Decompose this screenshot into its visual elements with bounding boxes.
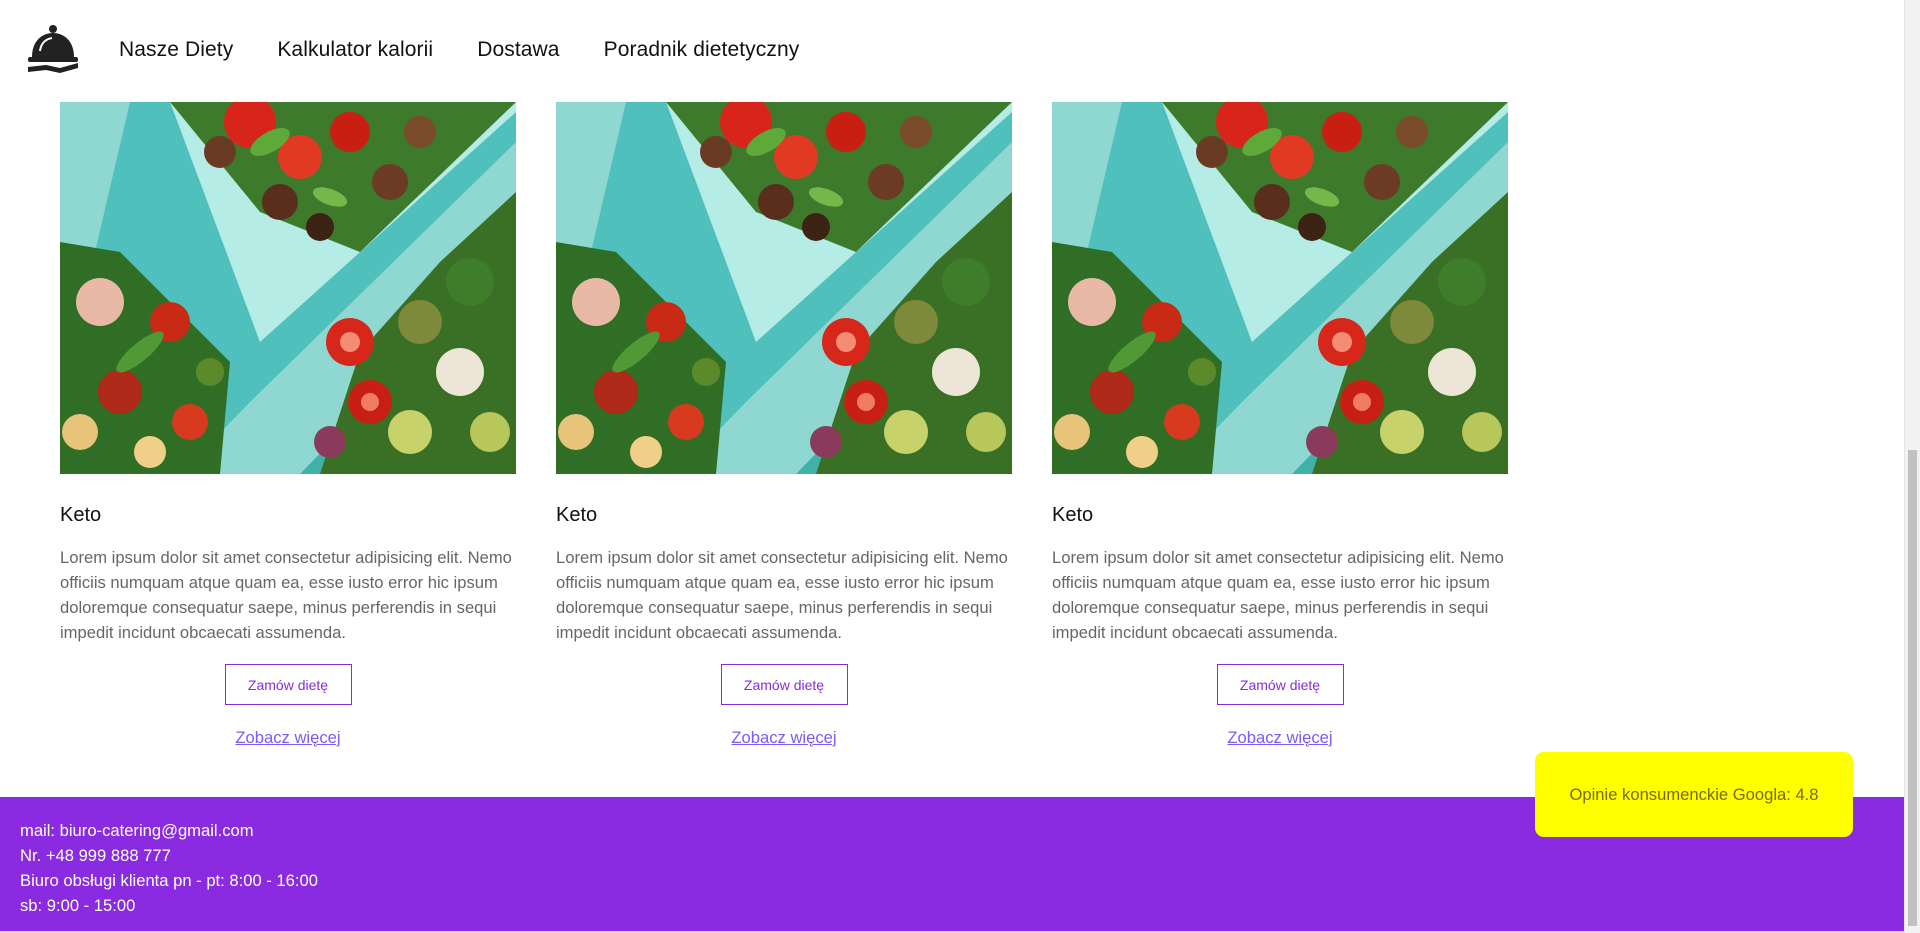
- card-image: [60, 102, 516, 474]
- diet-card: Keto Lorem ipsum dolor sit amet consecte…: [60, 102, 516, 749]
- order-diet-button[interactable]: Zamów dietę: [720, 664, 848, 705]
- page: Nasze Diety Kalkulator kalorii Dostawa P…: [0, 0, 1920, 933]
- scrollbar-thumb[interactable]: [1908, 450, 1917, 926]
- card-description: Lorem ipsum dolor sit amet consectetur a…: [1052, 548, 1504, 642]
- vertical-scrollbar[interactable]: [1904, 0, 1920, 933]
- see-more-link[interactable]: Zobacz więcej: [556, 727, 1012, 749]
- card-title: Keto: [60, 504, 102, 526]
- serving-cloche-icon[interactable]: [26, 23, 80, 75]
- footer-office-hours: Biuro obsługi klienta pn - pt: 8:00 - 16…: [20, 871, 318, 890]
- card-description: Lorem ipsum dolor sit amet consectetur a…: [60, 548, 512, 642]
- diet-card: Keto Lorem ipsum dolor sit amet consecte…: [556, 102, 1012, 749]
- nav-link-calorie-calculator[interactable]: Kalkulator kalorii: [277, 36, 433, 64]
- card-image: [556, 102, 1012, 474]
- google-rating-badge: Opinie konsumenckie Googla: 4.8: [1535, 752, 1853, 837]
- card-title: Keto: [556, 504, 598, 526]
- order-diet-button[interactable]: Zamów dietę: [224, 664, 352, 705]
- diet-card: Keto Lorem ipsum dolor sit amet consecte…: [1052, 102, 1508, 749]
- see-more-link[interactable]: Zobacz więcej: [1052, 727, 1508, 749]
- navbar: Nasze Diety Kalkulator kalorii Dostawa P…: [0, 0, 1904, 102]
- nav-link-diets[interactable]: Nasze Diety: [119, 36, 233, 64]
- footer-phone: Nr. +48 999 888 777: [20, 846, 171, 865]
- footer-contact: mail: biuro-catering@gmail.com Nr. +48 9…: [20, 818, 318, 918]
- card-image: [1052, 102, 1508, 474]
- order-diet-button[interactable]: Zamów dietę: [1216, 664, 1344, 705]
- card-title: Keto: [1052, 504, 1094, 526]
- footer-saturday-hours: sb: 9:00 - 15:00: [20, 896, 136, 915]
- main-nav: Nasze Diety Kalkulator kalorii Dostawa P…: [119, 36, 799, 64]
- nav-link-diet-guide[interactable]: Poradnik dietetyczny: [604, 36, 800, 64]
- card-description: Lorem ipsum dolor sit amet consectetur a…: [556, 548, 1008, 642]
- footer-email: mail: biuro-catering@gmail.com: [20, 821, 254, 840]
- nav-link-delivery[interactable]: Dostawa: [477, 36, 559, 64]
- see-more-link[interactable]: Zobacz więcej: [60, 727, 516, 749]
